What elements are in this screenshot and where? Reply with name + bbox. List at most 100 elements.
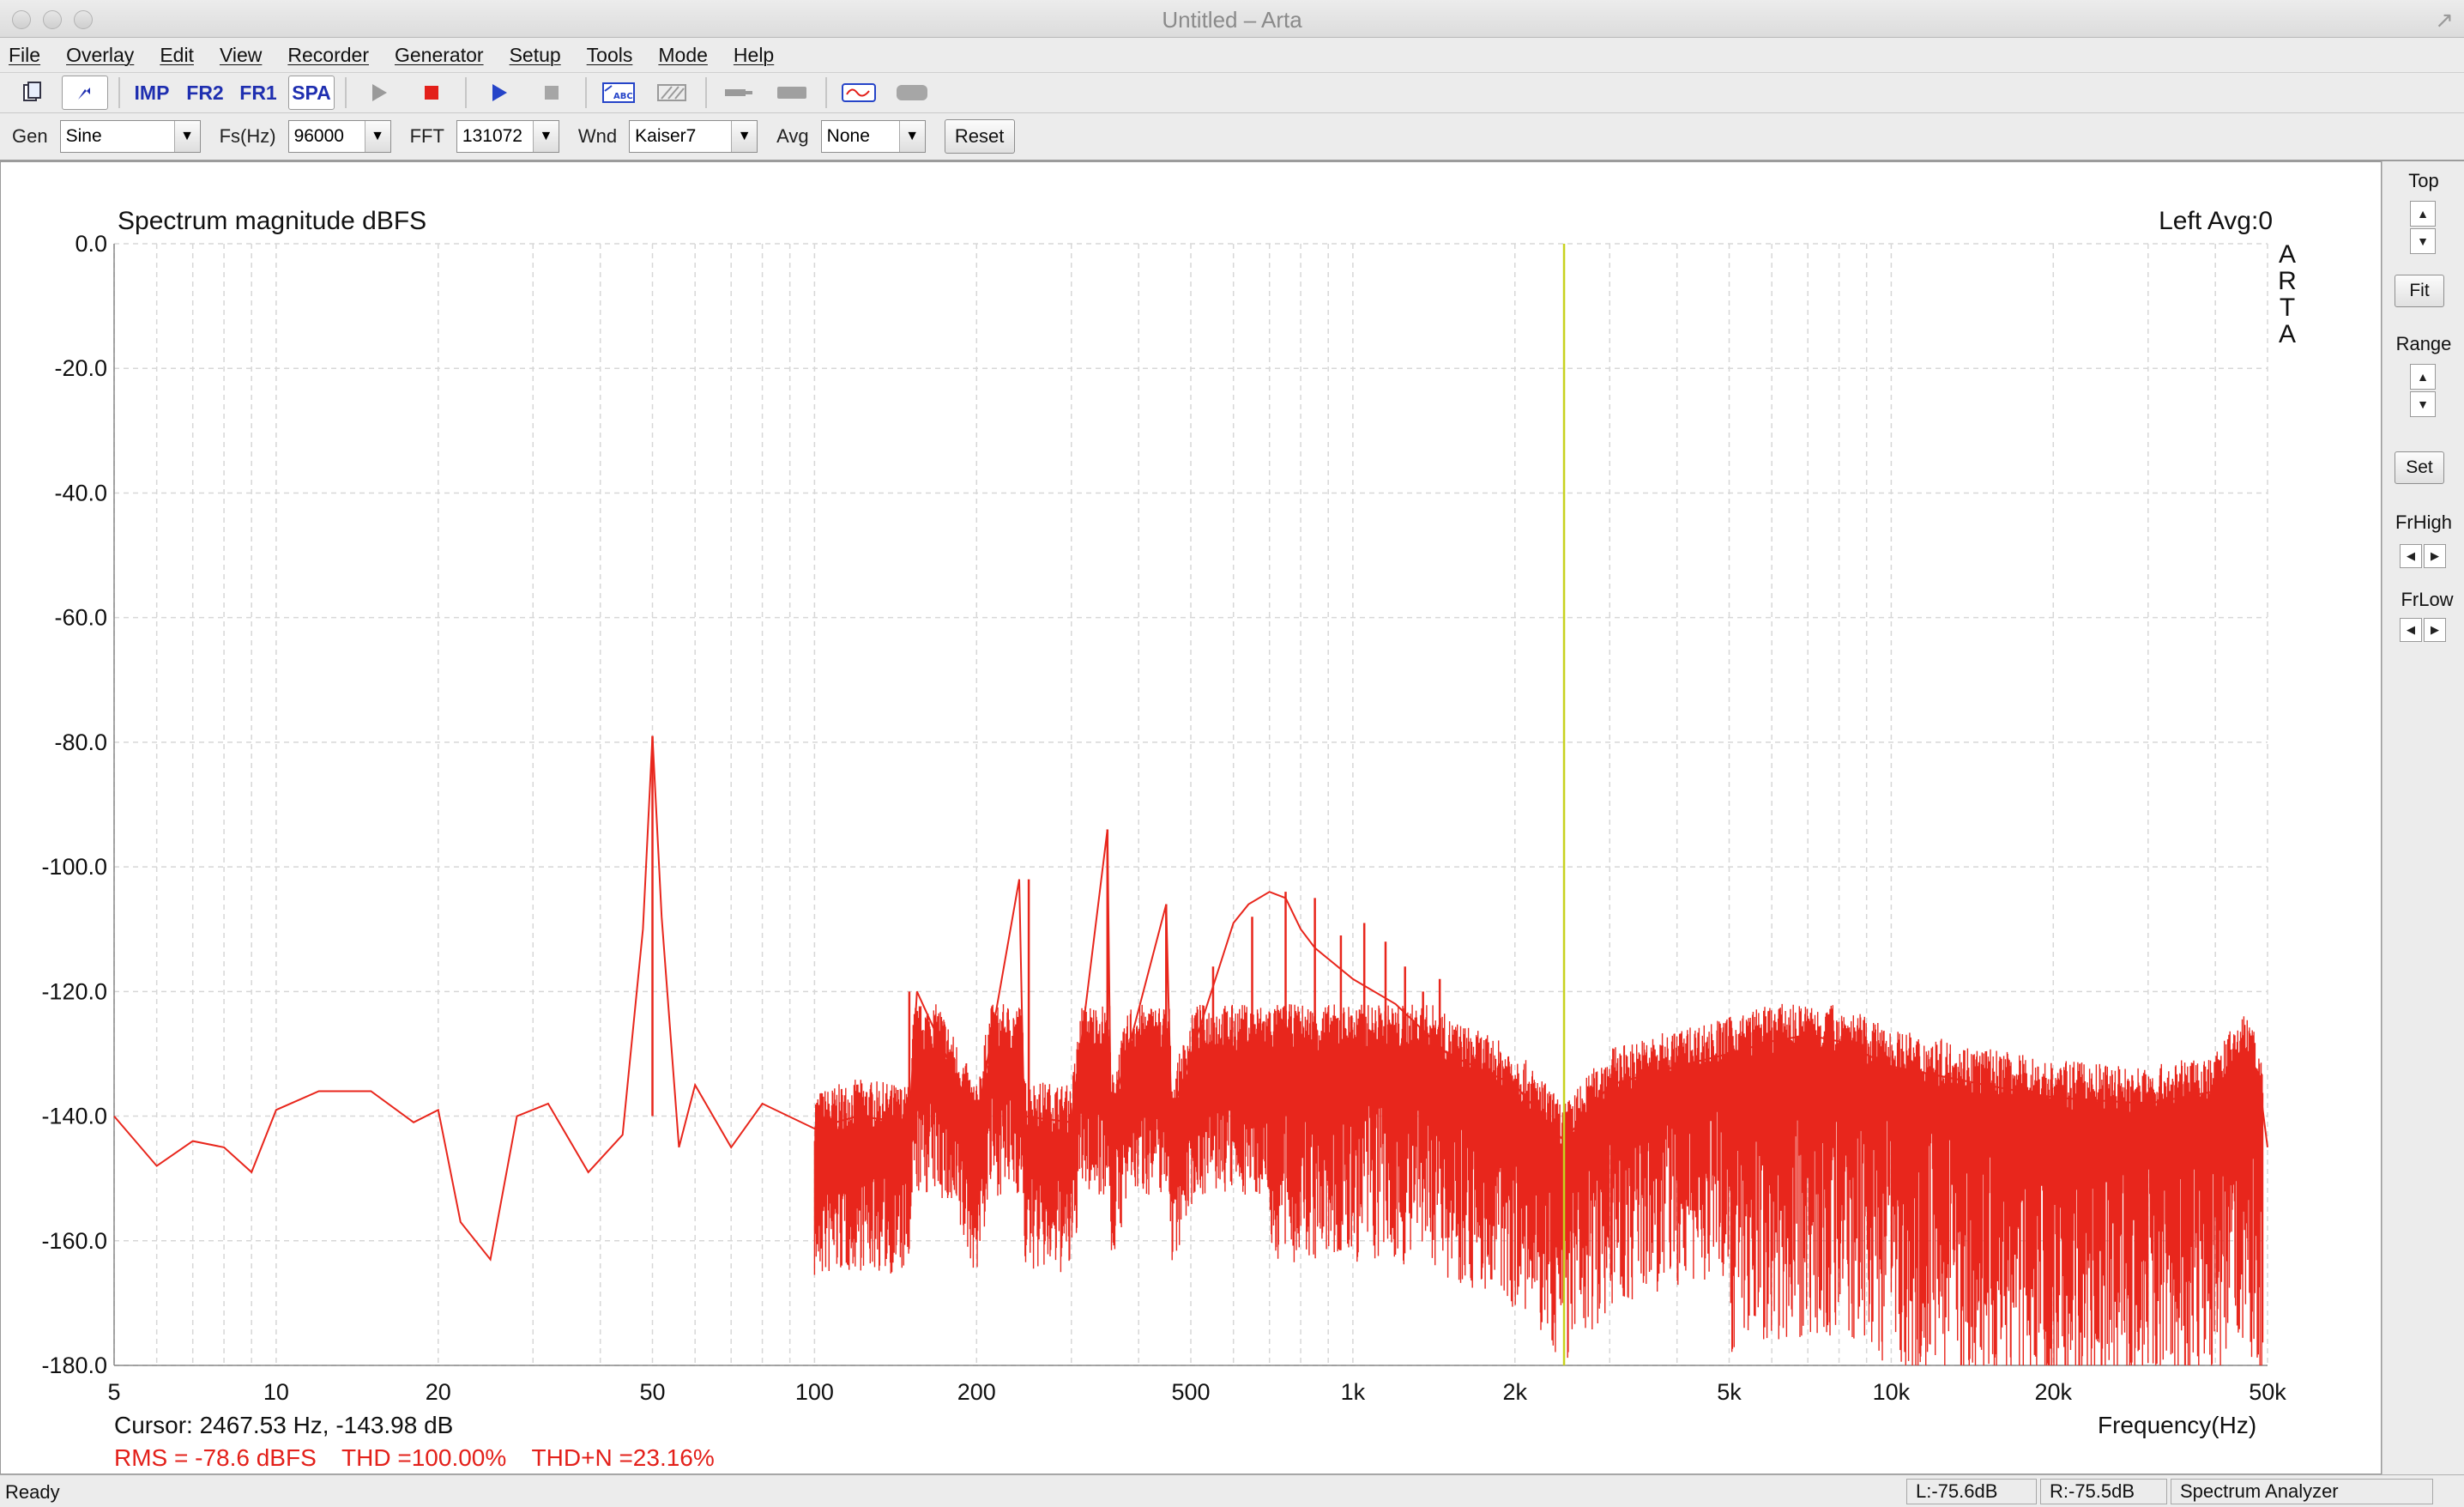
fft-size-select[interactable]: 131072 ▼ — [456, 120, 559, 153]
fit-button[interactable]: Fit — [2395, 275, 2444, 307]
x-tick-label: 5 — [107, 1379, 120, 1405]
menu-file[interactable]: File — [9, 44, 40, 67]
menu-mode[interactable]: Mode — [658, 44, 708, 67]
probe-icon — [725, 89, 752, 96]
x-tick-label: 100 — [795, 1379, 834, 1405]
toolbar: IMP FR2 FR1 SPA ABC — [0, 72, 2464, 113]
frlow-right-button[interactable]: ▶ — [2424, 618, 2446, 642]
right-control-panel: Top ▲ ▼ Fit Range ▲ ▼ Set FrHigh ◀ ▶ FrL… — [2382, 161, 2464, 1474]
x-tick-label: 5k — [1717, 1379, 1742, 1405]
menu-recorder[interactable]: Recorder — [287, 44, 369, 67]
averaging-select[interactable]: None ▼ — [820, 120, 926, 153]
x-tick-label: 50 — [639, 1379, 665, 1405]
window-select[interactable]: Kaiser7 ▼ — [629, 120, 758, 153]
arta-logo-letter: A — [2278, 320, 2296, 348]
fr2-mode-button[interactable]: FR2 — [182, 76, 228, 110]
spectrum-chart[interactable]: 0.0 -20.0 -40.0 -60.0 -80.0 -100.0 -120.0 -140.… — [1, 162, 2381, 1474]
top-down-button[interactable]: ▼ — [2410, 228, 2436, 254]
y-tick-label: -160.0 — [41, 1228, 107, 1254]
device-icon — [897, 85, 927, 100]
oscilloscope-icon — [842, 83, 876, 102]
chevron-down-icon[interactable]: ▼ — [731, 121, 758, 152]
stop-record-button[interactable] — [408, 76, 455, 110]
menu-generator[interactable]: Generator — [395, 44, 484, 67]
chevron-down-icon[interactable]: ▼ — [898, 121, 925, 152]
y-tick-label: -120.0 — [41, 978, 107, 1004]
set-button[interactable]: Set — [2395, 451, 2444, 484]
status-bar: Ready L:-75.6dB R:-75.5dB Spectrum Analy… — [0, 1474, 2464, 1507]
menu-overlay[interactable]: Overlay — [66, 44, 134, 67]
range-down-button[interactable]: ▼ — [2410, 391, 2436, 417]
x-tick-label: 50k — [2249, 1379, 2286, 1405]
x-tick-label: 20 — [426, 1379, 451, 1405]
toolbar-separator — [118, 77, 120, 108]
new-file-button[interactable] — [9, 76, 55, 110]
fft-label: FFT — [409, 125, 444, 147]
frhigh-label: FrHigh — [2395, 511, 2452, 533]
top-label: Top — [2408, 170, 2439, 191]
window-select-value: Kaiser7 — [635, 126, 697, 146]
toolbar-separator — [825, 77, 827, 108]
window-label: Wnd — [577, 125, 618, 147]
y-tick-label: -60.0 — [54, 605, 107, 631]
fr1-mode-button[interactable]: FR1 — [235, 76, 281, 110]
play-button[interactable] — [355, 76, 402, 110]
frlow-label: FrLow — [2401, 589, 2454, 610]
battery-button[interactable] — [769, 76, 815, 110]
toolbar-separator — [345, 77, 347, 108]
reset-button[interactable]: Reset — [944, 119, 1015, 154]
rms-value: RMS = -78.6 dBFS — [114, 1444, 317, 1471]
impulse-mode-button[interactable]: IMP — [129, 76, 175, 110]
y-tick-label: -180.0 — [41, 1353, 107, 1378]
generator-select-value: Sine — [65, 126, 102, 146]
play-icon — [492, 84, 507, 101]
menu-view[interactable]: View — [220, 44, 262, 67]
fullscreen-icon[interactable]: ↗ — [2435, 7, 2454, 33]
stop-icon — [425, 86, 438, 100]
thd-value: THD =100.00% — [341, 1444, 507, 1471]
cursor-arrow-icon — [78, 88, 90, 100]
chevron-down-icon[interactable]: ▼ — [532, 121, 559, 152]
sample-rate-value: 96000 — [293, 126, 344, 146]
arta-logo-letter: R — [2278, 267, 2297, 295]
menu-edit[interactable]: Edit — [160, 44, 194, 67]
spectrum-plot[interactable]: 0.0 -20.0 -40.0 -60.0 -80.0 -100.0 -120.0 -140.… — [0, 161, 2382, 1474]
x-tick-label: 500 — [1171, 1379, 1210, 1405]
gen-label: Gen — [12, 125, 48, 147]
document-icon — [23, 82, 41, 101]
status-message: Ready — [5, 1481, 60, 1503]
menu-help[interactable]: Help — [734, 44, 774, 67]
x-tick-label: 1k — [1341, 1379, 1366, 1405]
spectrum-mode-button[interactable]: SPA — [288, 76, 335, 110]
toolbar-separator — [705, 77, 707, 108]
overlay-toggle-button[interactable] — [62, 76, 108, 110]
generator-stop-button[interactable] — [528, 76, 575, 110]
fs-label: Fs(Hz) — [219, 125, 276, 147]
scope-button[interactable] — [836, 76, 882, 110]
device-button[interactable] — [889, 76, 935, 110]
frhigh-left-button[interactable]: ◀ — [2400, 544, 2422, 568]
menu-setup[interactable]: Setup — [510, 44, 561, 67]
measurement-stats: RMS = -78.6 dBFS THD =100.00% THD+N =23.… — [114, 1444, 734, 1472]
frlow-left-button[interactable]: ◀ — [2400, 618, 2422, 642]
fft-size-value: 131072 — [462, 126, 522, 146]
arta-logo-letter: A — [2278, 240, 2296, 269]
frhigh-right-button[interactable]: ▶ — [2424, 544, 2446, 568]
hatch-button[interactable] — [649, 76, 695, 110]
x-tick-label: 20k — [2035, 1379, 2073, 1405]
range-up-button[interactable]: ▲ — [2410, 364, 2436, 390]
top-up-button[interactable]: ▲ — [2410, 201, 2436, 227]
chevron-down-icon[interactable]: ▼ — [173, 121, 200, 152]
sample-rate-select[interactable]: 96000 ▼ — [287, 120, 391, 153]
annotate-button[interactable]: ABC — [595, 76, 642, 110]
generator-select[interactable]: Sine ▼ — [59, 120, 201, 153]
y-tick-label: -80.0 — [54, 729, 107, 755]
x-axis-label: Frequency(Hz) — [2098, 1412, 2257, 1438]
menu-tools[interactable]: Tools — [587, 44, 633, 67]
probe-button[interactable] — [716, 76, 762, 110]
generator-play-button[interactable] — [475, 76, 522, 110]
chevron-down-icon[interactable]: ▼ — [364, 121, 390, 152]
arta-logo: A R T A — [2274, 241, 2300, 348]
toolbar-separator — [465, 77, 467, 108]
stop-icon — [545, 86, 559, 100]
